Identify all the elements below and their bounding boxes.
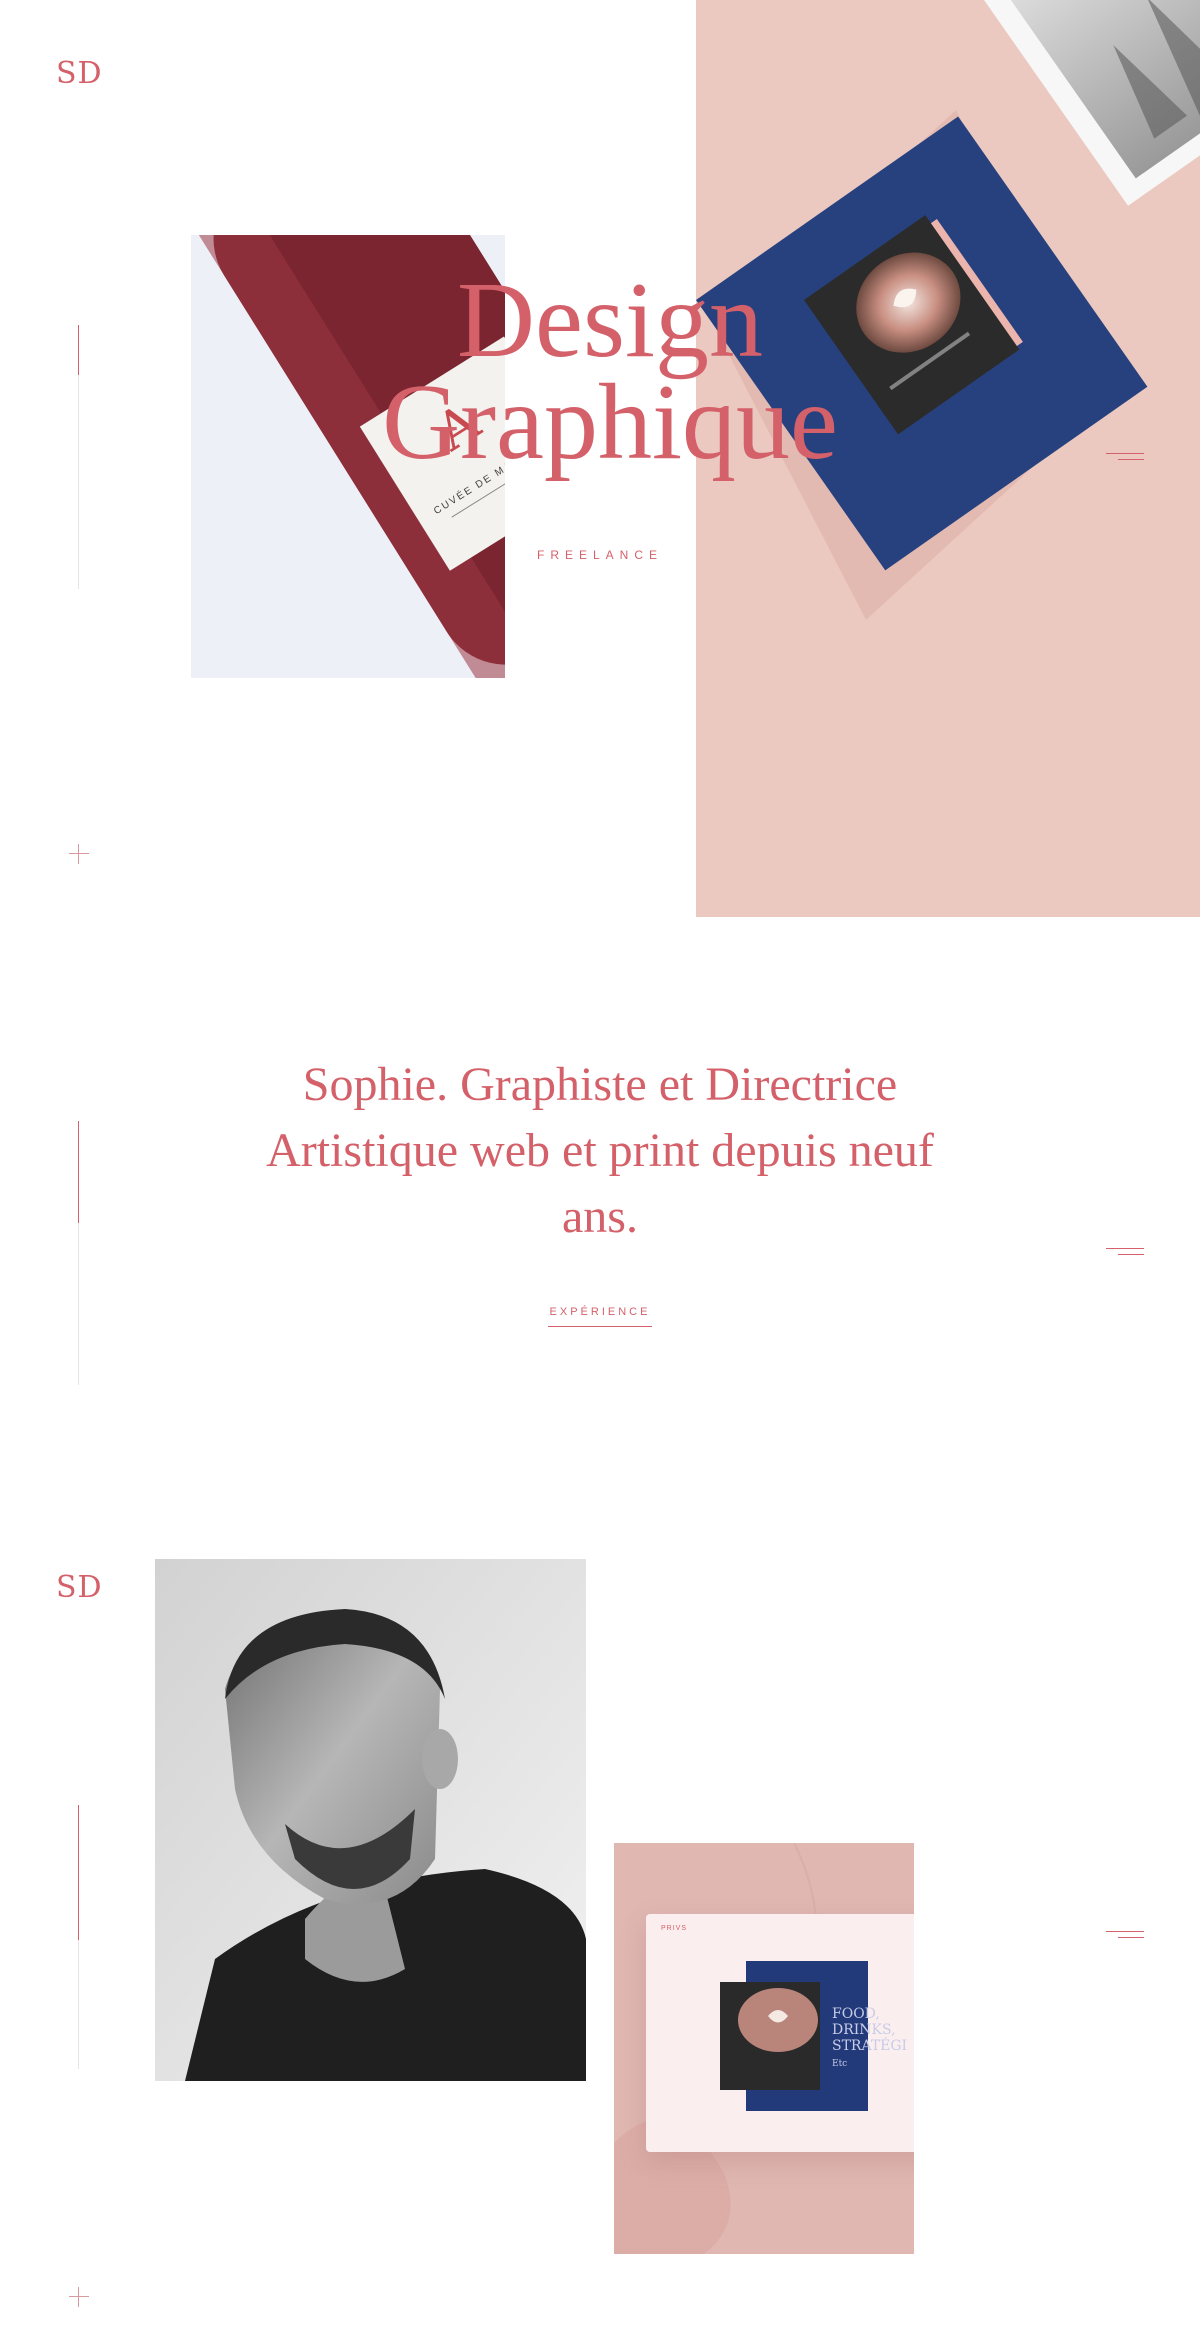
plus-icon[interactable]: [69, 2287, 89, 2307]
hero-title: Design Graphique: [300, 261, 920, 482]
intro-text: Sophie. Graphiste et Directrice Artistiq…: [266, 1058, 934, 1243]
menu-icon[interactable]: [1106, 1929, 1144, 1941]
logo-monogram[interactable]: SD: [56, 1570, 103, 1605]
card-heading: FOOD, DRINKS, STRATÉGI Etc: [832, 2006, 908, 2069]
project-card-preview[interactable]: PRIVS FOOD, DRINKS, STRATÉGI Etc: [614, 1843, 914, 2254]
hero-title-line1: Design: [457, 261, 763, 380]
section-progress-rail: [78, 325, 79, 589]
card-coffee-photo: [720, 1982, 820, 2090]
menu-icon[interactable]: [1106, 1246, 1144, 1258]
section-progress-rail: [78, 1121, 79, 1385]
portrait-photo: [155, 1559, 586, 2081]
project-card[interactable]: PRIVS FOOD, DRINKS, STRATÉGI Etc: [646, 1914, 914, 2152]
hero-title-line2: Graphique: [382, 363, 838, 482]
logo-monogram[interactable]: SD: [56, 56, 103, 91]
hero-subtitle: FREELANCE: [536, 548, 664, 562]
plus-icon[interactable]: [69, 844, 89, 864]
card-tag: PRIVS: [661, 1925, 688, 1932]
section-progress-rail: [78, 1805, 79, 2069]
menu-icon[interactable]: [1106, 451, 1144, 463]
experience-link[interactable]: EXPÉRIENCE: [548, 1306, 652, 1327]
